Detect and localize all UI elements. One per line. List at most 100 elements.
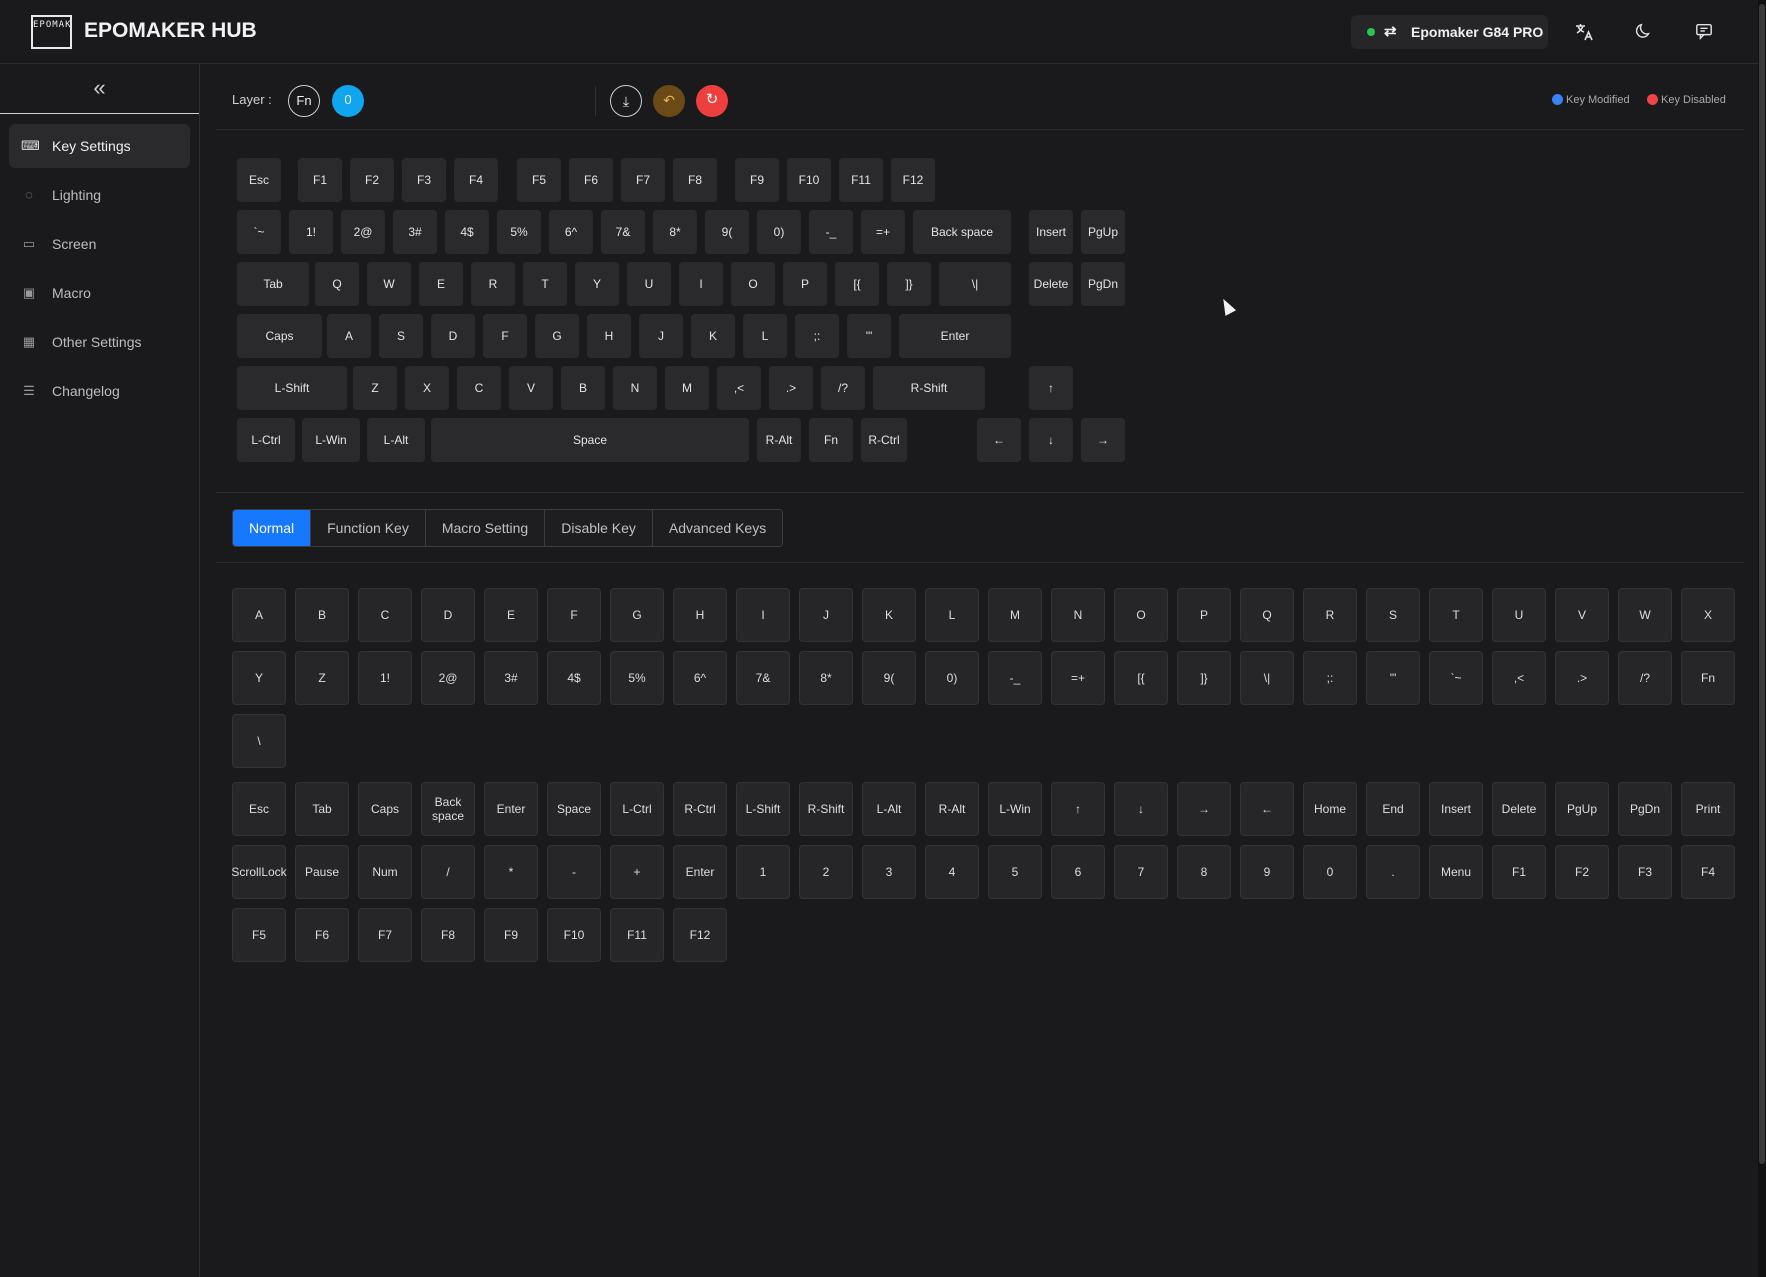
keyboard-key[interactable]: 8* [653,210,697,254]
palette-key[interactable]: Home [1303,782,1357,836]
palette-key[interactable]: U [1492,588,1546,642]
palette-key[interactable]: F1 [1492,845,1546,899]
keyboard-key[interactable]: ,< [717,366,761,410]
scrollbar-thumb[interactable] [1759,4,1765,1164]
keyboard-key[interactable]: W [367,262,411,306]
palette-key[interactable]: H [673,588,727,642]
palette-key[interactable]: Num [358,845,412,899]
keyboard-key[interactable]: =+ [861,210,905,254]
palette-key[interactable]: L-Ctrl [610,782,664,836]
palette-key[interactable]: Space [547,782,601,836]
keyboard-key[interactable]: C [457,366,501,410]
keyboard-key[interactable]: ↑ [1029,366,1073,410]
palette-key[interactable]: . [1366,845,1420,899]
palette-key[interactable]: 2@ [421,651,475,705]
palette-key[interactable]: P [1177,588,1231,642]
palette-key[interactable]: F3 [1618,845,1672,899]
keyboard-key[interactable]: `~ [237,210,281,254]
tab-function-key[interactable]: Function Key [311,510,426,546]
keyboard-key[interactable]: L-Alt [367,418,425,462]
keyboard-key[interactable]: 9( [705,210,749,254]
keyboard-key[interactable]: N [613,366,657,410]
keyboard-key[interactable]: ↓ [1029,418,1073,462]
palette-key[interactable]: 7 [1114,845,1168,899]
reset-icon[interactable]: ↻ [696,85,728,117]
keyboard-key[interactable]: 2@ [341,210,385,254]
palette-key[interactable]: F8 [421,908,475,962]
keyboard-key[interactable]: Q [315,262,359,306]
palette-key[interactable]: J [799,588,853,642]
palette-key[interactable]: F6 [295,908,349,962]
keyboard-key[interactable]: L-Ctrl [237,418,295,462]
palette-key[interactable]: I [736,588,790,642]
keyboard-key[interactable]: T [523,262,567,306]
palette-key[interactable]: Z [295,651,349,705]
keyboard-key[interactable]: P [783,262,827,306]
tab-macro-setting[interactable]: Macro Setting [425,510,546,546]
palette-key[interactable]: 5% [610,651,664,705]
keyboard-key[interactable]: ← [977,418,1021,462]
scrollbar[interactable] [1758,0,1766,1277]
keyboard-key[interactable]: F8 [673,158,717,202]
tab-advanced-keys[interactable]: Advanced Keys [652,510,783,546]
palette-key[interactable]: PgDn [1618,782,1672,836]
keyboard-key[interactable]: 5% [497,210,541,254]
keyboard-key[interactable]: 1! [289,210,333,254]
palette-key[interactable]: -_ [988,651,1042,705]
keyboard-key[interactable]: F12 [891,158,935,202]
keyboard-key[interactable]: Space [431,418,749,462]
palette-key[interactable]: F12 [673,908,727,962]
keyboard-key[interactable]: F5 [517,158,561,202]
palette-key[interactable]: A [232,588,286,642]
keyboard-key[interactable]: Esc [237,158,281,202]
palette-key[interactable]: =+ [1051,651,1105,705]
palette-key[interactable]: 4$ [547,651,601,705]
palette-key[interactable]: Caps [358,782,412,836]
palette-key[interactable]: - [547,845,601,899]
palette-key[interactable]: R-Shift [799,782,853,836]
keyboard-key[interactable]: 4$ [445,210,489,254]
chat-icon[interactable] [1693,22,1715,44]
palette-key[interactable]: 9( [862,651,916,705]
palette-key[interactable]: Back space [421,782,475,836]
keyboard-key[interactable]: F3 [402,158,446,202]
palette-key[interactable]: X [1681,588,1735,642]
palette-key[interactable]: Fn [1681,651,1735,705]
layer-fn-button[interactable]: Fn [288,85,320,117]
palette-key[interactable]: D [421,588,475,642]
keyboard-key[interactable]: F2 [350,158,394,202]
undo-icon[interactable]: ↶ [653,85,685,117]
keyboard-key[interactable]: ;: [795,314,839,358]
sidebar-item-other-settings[interactable]: ▦ Other Settings [9,320,190,364]
palette-key[interactable]: → [1177,782,1231,836]
keyboard-key[interactable]: → [1081,418,1125,462]
palette-key[interactable]: R-Ctrl [673,782,727,836]
keyboard-key[interactable]: L [743,314,787,358]
palette-key[interactable]: F9 [484,908,538,962]
palette-key[interactable]: 0) [925,651,979,705]
palette-key[interactable]: ← [1240,782,1294,836]
keyboard-key[interactable]: A [327,314,371,358]
palette-key[interactable]: 0 [1303,845,1357,899]
palette-key[interactable]: Enter [673,845,727,899]
keyboard-key[interactable]: Fn [809,418,853,462]
keyboard-key[interactable]: L-Win [302,418,360,462]
keyboard-key[interactable]: R-Shift [873,366,985,410]
keyboard-key[interactable]: 0) [757,210,801,254]
palette-key[interactable]: ↓ [1114,782,1168,836]
palette-key[interactable]: 1! [358,651,412,705]
keyboard-key[interactable]: E [419,262,463,306]
tab-normal[interactable]: Normal [233,510,312,546]
keyboard-key[interactable]: D [431,314,475,358]
palette-key[interactable]: [{ [1114,651,1168,705]
palette-key[interactable]: 3# [484,651,538,705]
palette-key[interactable]: G [610,588,664,642]
palette-key[interactable]: 4 [925,845,979,899]
palette-key[interactable]: 7& [736,651,790,705]
keyboard-key[interactable]: \| [939,262,1011,306]
palette-key[interactable]: ,< [1492,651,1546,705]
keyboard-key[interactable]: 7& [601,210,645,254]
keyboard-key[interactable]: U [627,262,671,306]
palette-key[interactable]: V [1555,588,1609,642]
layer-0-button[interactable]: 0 [332,85,364,117]
